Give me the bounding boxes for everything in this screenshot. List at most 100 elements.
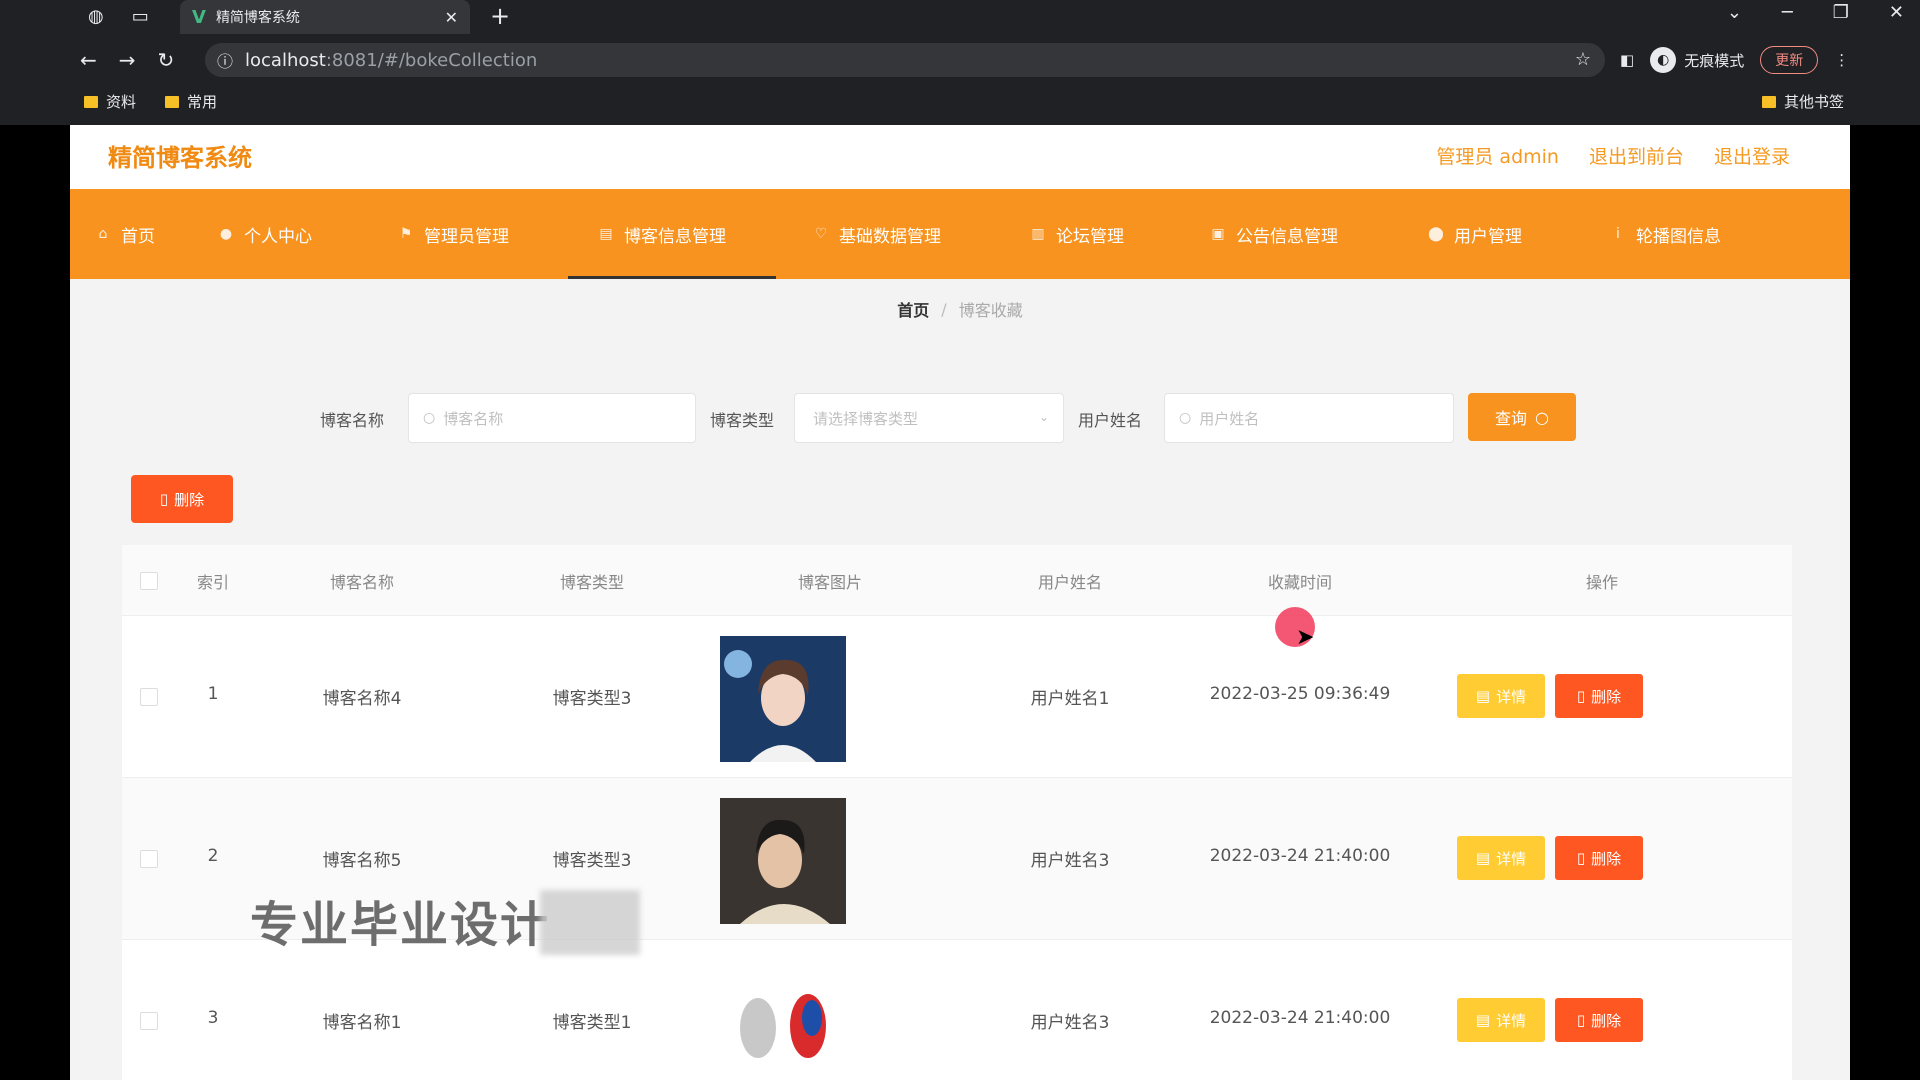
site-logo[interactable]: 精简博客系统 bbox=[108, 138, 252, 173]
flag-icon: ⚑ bbox=[399, 226, 413, 242]
col-blog-type: 博客类型 bbox=[559, 573, 625, 592]
cell-blog-name: 博客名称4 bbox=[322, 689, 402, 709]
window-icon[interactable]: ▭ bbox=[132, 6, 149, 27]
menu-label: 论坛管理 bbox=[1056, 226, 1124, 247]
menu-item-users[interactable]: ⬤ 用户管理 bbox=[1428, 189, 1522, 279]
incognito-icon: ◐ bbox=[1650, 47, 1677, 73]
globe-icon[interactable]: ◍ bbox=[88, 6, 104, 27]
reload-icon[interactable]: ↻ bbox=[158, 48, 175, 72]
forward-icon[interactable]: → bbox=[119, 48, 136, 72]
menu-item-carousel[interactable]: ⅰ 轮播图信息 bbox=[1610, 189, 1721, 279]
menu-item-home[interactable]: ⌂ 首页 bbox=[95, 189, 155, 279]
row-checkbox[interactable] bbox=[140, 1012, 158, 1030]
main-menu: ⌂ 首页 ● 个人中心 ⚑ 管理员管理 ▤ 博客信息管理 ♡ 基础数据管理 ▥ 论坛管理 ▣… bbox=[70, 189, 1850, 279]
user-name-input[interactable]: ○ 用户姓名 bbox=[1164, 393, 1454, 443]
menu-item-profile[interactable]: ● 个人中心 bbox=[218, 189, 312, 279]
breadcrumb: 首页 / 博客收藏 bbox=[70, 279, 1850, 339]
close-tab-icon[interactable]: ✕ bbox=[445, 8, 458, 27]
menu-item-notice[interactable]: ▣ 公告信息管理 bbox=[1210, 189, 1338, 279]
detail-button[interactable]: ▤ 详情 bbox=[1457, 836, 1545, 880]
collection-table: 索引 博客名称 博客类型 博客图片 用户姓名 收藏时间 操作 1 博客名称4 博… bbox=[122, 545, 1792, 1080]
exit-to-front-link[interactable]: 退出到前台 bbox=[1589, 142, 1684, 169]
row-checkbox[interactable] bbox=[140, 850, 158, 868]
folder-icon bbox=[1762, 95, 1776, 108]
menu-label: 管理员管理 bbox=[424, 226, 509, 247]
table-row: 1 博客名称4 博客类型3 用户姓名1 2022-03-25 09:36:49 … bbox=[122, 616, 1792, 778]
detail-button[interactable]: ▤ 详情 bbox=[1457, 998, 1545, 1042]
more-menu-icon[interactable]: ⋮ bbox=[1834, 51, 1849, 69]
menu-item-blog-info[interactable]: ▤ 博客信息管理 bbox=[568, 189, 776, 279]
folder-icon bbox=[165, 95, 179, 108]
search-form: 博客名称 ○ 博客名称 博客类型 请选择博客类型 ⌄ 用户姓名 ○ 用户姓名 查… bbox=[70, 393, 1850, 443]
bookmark-star-icon[interactable]: ☆ bbox=[1575, 49, 1591, 70]
delete-button[interactable]: ▯ 删除 bbox=[1555, 836, 1643, 880]
bookmark-folder-changyong[interactable]: 常用 bbox=[165, 91, 217, 112]
cell-user-name: 用户姓名3 bbox=[1030, 1013, 1110, 1033]
delete-button[interactable]: ▯ 删除 bbox=[1555, 674, 1643, 718]
tab-search-icon[interactable]: ⌄ bbox=[1727, 2, 1742, 23]
browser-tab[interactable]: V 精简博客系统 ✕ bbox=[180, 0, 470, 34]
menu-label: 用户管理 bbox=[1454, 226, 1522, 247]
folder-icon bbox=[84, 95, 98, 108]
col-user-name: 用户姓名 bbox=[1037, 573, 1103, 592]
window-controls: ⌄ ─ ❐ ✕ bbox=[1727, 2, 1904, 23]
sidepanel-icon[interactable]: ◧ bbox=[1620, 51, 1634, 69]
detail-icon: ▤ bbox=[1475, 849, 1491, 867]
table-row: 3 博客名称1 博客类型1 用户姓名3 2022-03-24 21:40:00 … bbox=[122, 940, 1792, 1080]
bookmark-folder-ziliao[interactable]: 资料 bbox=[84, 91, 136, 112]
cell-user-name: 用户姓名1 bbox=[1030, 689, 1110, 709]
info-icon: ⅰ bbox=[1616, 226, 1620, 242]
col-blog-name: 博客名称 bbox=[329, 573, 395, 592]
tab-bar: ◍ ▭ V 精简博客系统 ✕ + ⌄ ─ ❐ ✕ bbox=[0, 0, 1920, 34]
delete-button[interactable]: ▯ 删除 bbox=[1555, 998, 1643, 1042]
col-collect-time: 收藏时间 bbox=[1267, 573, 1333, 592]
menu-label: 博客信息管理 bbox=[624, 226, 726, 247]
search-icon: ○ bbox=[423, 410, 436, 426]
cell-blog-name: 博客名称5 bbox=[322, 851, 402, 871]
row-checkbox[interactable] bbox=[140, 688, 158, 706]
address-bar[interactable]: ⓘ localhost:8081/#/bokeCollection ☆ bbox=[205, 43, 1605, 77]
bulk-delete-label: 删除 bbox=[174, 490, 205, 509]
incognito-indicator[interactable]: ◐ 无痕模式 bbox=[1650, 47, 1744, 73]
other-bookmarks[interactable]: 其他书签 bbox=[1762, 91, 1844, 112]
breadcrumb-current: 博客收藏 bbox=[958, 301, 1023, 320]
heart-icon: ♡ bbox=[814, 226, 828, 242]
menu-item-forum[interactable]: ▥ 论坛管理 bbox=[1030, 189, 1124, 279]
minimize-icon[interactable]: ─ bbox=[1782, 2, 1793, 23]
blog-image-thumbnail[interactable] bbox=[720, 798, 846, 924]
cell-user-name: 用户姓名3 bbox=[1030, 851, 1110, 871]
image-icon: ▣ bbox=[1211, 226, 1225, 242]
table-header: 索引 博客名称 博客类型 博客图片 用户姓名 收藏时间 操作 bbox=[122, 545, 1792, 616]
menu-item-admin[interactable]: ⚑ 管理员管理 bbox=[398, 189, 509, 279]
cell-collect-time: 2022-03-24 21:40:00 bbox=[1209, 1008, 1391, 1028]
delete-label: 删除 bbox=[1591, 687, 1622, 706]
back-icon[interactable]: ← bbox=[80, 48, 97, 72]
info-icon[interactable]: ⓘ bbox=[217, 48, 233, 72]
detail-label: 详情 bbox=[1496, 687, 1527, 706]
breadcrumb-home[interactable]: 首页 bbox=[897, 297, 929, 321]
delete-label: 删除 bbox=[1591, 1011, 1622, 1030]
trash-icon: ▯ bbox=[159, 490, 169, 508]
menu-item-base-data[interactable]: ♡ 基础数据管理 bbox=[813, 189, 941, 279]
blog-image-thumbnail[interactable] bbox=[720, 636, 846, 762]
bookmarks-bar: 资料 常用 其他书签 bbox=[0, 88, 1920, 118]
detail-button[interactable]: ▤ 详情 bbox=[1457, 674, 1545, 718]
url-path: :8081/#/bokeCollection bbox=[325, 49, 538, 71]
blog-type-select[interactable]: 请选择博客类型 ⌄ bbox=[794, 393, 1064, 443]
bulk-delete-button[interactable]: ▯ 删除 bbox=[131, 475, 233, 523]
menu-label: 公告信息管理 bbox=[1236, 226, 1338, 247]
update-button[interactable]: 更新 bbox=[1760, 46, 1819, 74]
blog-type-label: 博客类型 bbox=[710, 411, 775, 430]
url-text: localhost:8081/#/bokeCollection bbox=[245, 50, 537, 71]
query-button[interactable]: 查询 ○ bbox=[1468, 393, 1576, 441]
restore-icon[interactable]: ❐ bbox=[1833, 2, 1849, 23]
close-window-icon[interactable]: ✕ bbox=[1889, 2, 1904, 23]
breadcrumb-separator: / bbox=[941, 299, 947, 319]
logout-link[interactable]: 退出登录 bbox=[1714, 142, 1790, 169]
select-all-checkbox[interactable] bbox=[140, 572, 158, 590]
cell-collect-time: 2022-03-25 09:36:49 bbox=[1209, 684, 1391, 704]
new-tab-icon[interactable]: + bbox=[490, 2, 510, 30]
blog-name-input[interactable]: ○ 博客名称 bbox=[408, 393, 696, 443]
blog-image-thumbnail[interactable] bbox=[720, 960, 846, 1080]
cell-index: 1 bbox=[207, 684, 219, 704]
